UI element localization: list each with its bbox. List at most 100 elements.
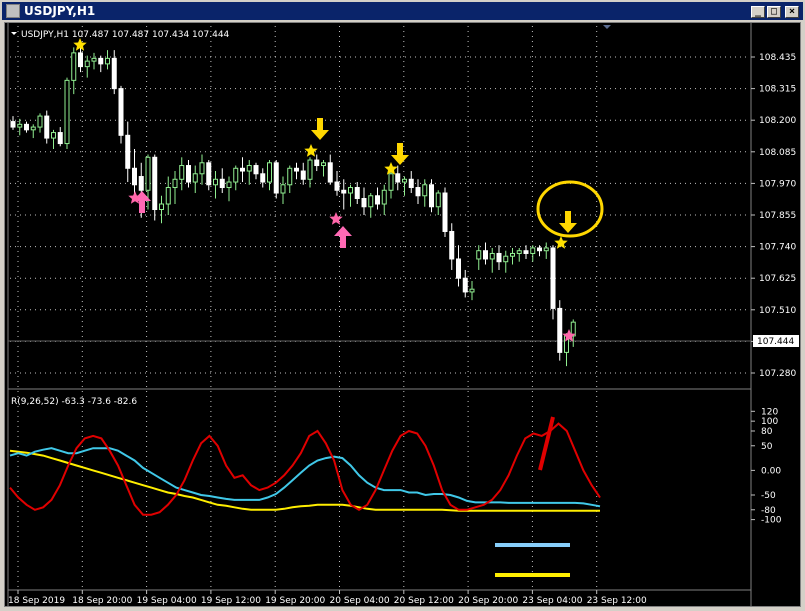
candle-body (71, 52, 77, 81)
bull-candle (476, 245, 482, 270)
bear-candle (456, 245, 461, 287)
candle-body (300, 170, 306, 180)
candle-body (145, 156, 151, 191)
candle-body (456, 258, 461, 279)
candle-body (327, 162, 333, 183)
bull-candle (30, 124, 36, 139)
bull-candle (165, 176, 171, 215)
close-button[interactable]: × (785, 6, 799, 18)
bull-candle (91, 52, 97, 70)
bear-candle (449, 223, 455, 270)
bull-candle (381, 184, 387, 215)
bull-candle (402, 176, 407, 196)
candle-body (226, 181, 232, 189)
bear-candle (483, 242, 488, 265)
price-tick-label: 107.625 (759, 274, 796, 284)
bear-candle (375, 187, 380, 210)
bull-candle (503, 250, 509, 273)
bear-candle (253, 162, 259, 180)
minimize-button[interactable]: _ (751, 6, 765, 18)
candle-body (267, 162, 272, 183)
bear-candle (273, 160, 279, 199)
candle-body (388, 173, 394, 191)
bear-candle (44, 110, 50, 144)
bear-candle (442, 187, 448, 237)
bull-candle (172, 171, 178, 205)
cyan-indicator-line (9, 447, 601, 508)
indicator-tick-label: 0.00 (761, 466, 781, 476)
indicator-tick-label: 120 (761, 407, 778, 417)
candle-body (280, 184, 286, 194)
title-bar[interactable]: USDJPY,H1 _ □ × (2, 2, 803, 20)
bull-candle (51, 129, 56, 150)
annotation-marks (73, 38, 604, 577)
shift-marker-icon[interactable] (603, 25, 611, 29)
bull-candle (84, 55, 90, 78)
candle-body (503, 255, 509, 263)
candle-body (152, 156, 158, 211)
candle-body (30, 126, 36, 131)
candle-body (402, 178, 407, 183)
candle-body (132, 167, 137, 186)
candle-body (462, 277, 468, 293)
bear-candle (395, 165, 401, 191)
candle-body (287, 167, 293, 186)
bull-candle (530, 245, 536, 262)
time-tick-label: 20 Sep 20:00 (458, 596, 518, 606)
window-title: USDJPY,H1 (24, 4, 96, 18)
candle-body (91, 57, 97, 62)
candle-body (179, 165, 185, 180)
indicator-tick-label: -80 (761, 506, 776, 516)
candle-body (98, 57, 104, 65)
candle-body (557, 307, 563, 353)
time-tick-label: 20 Sep 04:00 (330, 596, 390, 606)
price-tick-label: 108.315 (759, 85, 796, 95)
candle-body (307, 159, 313, 180)
bear-candle (294, 162, 299, 180)
chart-area[interactable]: USDJPY,H1 107.487 107.487 107.434 107.44… (4, 22, 801, 607)
current-price-label: 107.444 (757, 337, 794, 347)
bear-candle (361, 187, 367, 215)
candle-body (550, 247, 556, 309)
candlestick-series (10, 47, 576, 367)
candle-body (381, 189, 387, 205)
bear-candle (334, 171, 340, 196)
bear-candle (300, 162, 306, 185)
candle-body (172, 178, 178, 189)
bear-candle (206, 160, 212, 191)
bear-candle (354, 182, 360, 205)
price-tick-label: 107.740 (759, 243, 796, 253)
bull-candle (37, 113, 43, 133)
candle-body (516, 250, 522, 254)
bull-candle (246, 160, 252, 185)
bear-candle (408, 171, 414, 194)
bull-candle (422, 179, 428, 207)
candle-body (361, 198, 367, 208)
candle-body (334, 181, 340, 191)
candle-body (314, 159, 320, 167)
indicator-header: R(9,26,52) -63.3 -73.6 -82.6 (11, 397, 137, 407)
bull-candle (287, 165, 293, 194)
price-tick-label: 108.200 (759, 116, 796, 126)
bull-candle (321, 160, 326, 177)
bear-candle (152, 154, 158, 221)
candle-body (105, 57, 110, 65)
candle-body (530, 247, 536, 254)
price-tick-label: 107.970 (759, 179, 796, 189)
candle-body (118, 88, 124, 136)
bull-candle (307, 157, 313, 188)
bull-candle (348, 184, 353, 207)
maximize-button[interactable]: □ (767, 6, 781, 18)
chart-menu-arrow-icon[interactable] (11, 32, 17, 35)
candle-body (476, 250, 482, 260)
bull-candle (280, 176, 286, 205)
price-axis: 108.435 108.315 108.200 108.085 107.970 107.8… (751, 53, 796, 379)
bull-candle (435, 190, 441, 215)
chart-header: USDJPY,H1 107.487 107.487 107.434 107.44… (21, 30, 230, 40)
bull-candle (64, 77, 70, 150)
price-tick-label: 107.280 (759, 369, 796, 379)
candle-body (449, 230, 455, 260)
chart-window-icon[interactable] (6, 4, 20, 18)
chart-canvas[interactable]: USDJPY,H1 107.487 107.487 107.434 107.44… (5, 23, 801, 607)
candle-body (415, 187, 421, 197)
